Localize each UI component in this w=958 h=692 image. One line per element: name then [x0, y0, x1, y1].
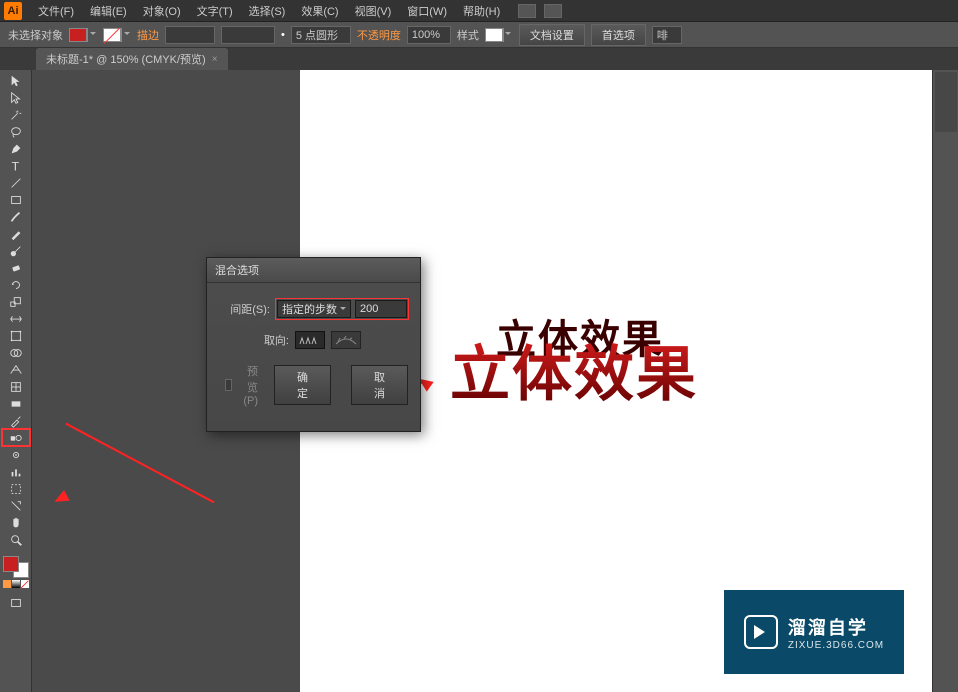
layout-button[interactable] [518, 4, 536, 18]
canvas-area[interactable]: 立体效果 立体效果 溜溜自学 ZIXUE.3D66.COM [32, 70, 932, 692]
menu-help[interactable]: 帮助(H) [455, 3, 508, 19]
spacing-label: 间距(S): [219, 301, 270, 317]
orientation-label: 取向: [235, 332, 289, 348]
cancel-button[interactable]: 取消 [351, 365, 408, 405]
options-bar: 未选择对象 描边 • 5 点圆形 不透明度 100% 样式 文档设置 首选项 啡 [0, 22, 958, 48]
selection-tool[interactable] [2, 72, 30, 89]
direct-selection-tool[interactable] [2, 89, 30, 106]
document-tabbar: 未标题-1* @ 150% (CMYK/预览) × [0, 48, 958, 70]
menu-extras [518, 4, 562, 18]
arrange-button[interactable] [544, 4, 562, 18]
color-mode-color[interactable] [3, 580, 11, 588]
pencil-tool[interactable] [2, 225, 30, 242]
gradient-tool[interactable] [2, 395, 30, 412]
fill-dropdown[interactable] [87, 28, 97, 42]
stroke-label[interactable]: 描边 [137, 27, 159, 43]
watermark-play-icon [744, 615, 778, 649]
symbol-sprayer-tool[interactable] [2, 446, 30, 463]
watermark-title: 溜溜自学 [788, 614, 884, 640]
menu-file[interactable]: 文件(F) [30, 3, 82, 19]
menu-type[interactable]: 文字(T) [189, 3, 241, 19]
menu-edit[interactable]: 编辑(E) [82, 3, 135, 19]
rotate-tool[interactable] [2, 276, 30, 293]
stroke-dropdown[interactable] [121, 28, 131, 42]
perspective-tool[interactable] [2, 361, 30, 378]
zoom-tool[interactable] [2, 531, 30, 548]
spacing-value-input[interactable] [355, 300, 407, 318]
brush-dropdown[interactable]: 5 点圆形 [291, 26, 351, 44]
free-transform-tool[interactable] [2, 327, 30, 344]
blend-tool[interactable] [2, 429, 30, 446]
menu-effect[interactable]: 效果(C) [293, 3, 346, 19]
tab-close-icon[interactable]: × [212, 54, 218, 65]
watermark: 溜溜自学 ZIXUE.3D66.COM [724, 590, 904, 674]
hand-tool[interactable] [2, 514, 30, 531]
text-3d-front-layer: 立体效果 [450, 326, 698, 413]
fill-swatch[interactable] [69, 28, 87, 42]
profile-dropdown[interactable] [221, 26, 275, 44]
mesh-tool[interactable] [2, 378, 30, 395]
no-selection-label: 未选择对象 [8, 27, 63, 43]
annotation-arrow-tool [62, 412, 222, 522]
watermark-url: ZIXUE.3D66.COM [788, 640, 884, 651]
slice-tool[interactable] [2, 497, 30, 514]
svg-text:T: T [11, 159, 19, 173]
menu-object[interactable]: 对象(O) [135, 3, 189, 19]
menu-view[interactable]: 视图(V) [347, 3, 400, 19]
app-icon: Ai [4, 2, 22, 20]
column-graph-tool[interactable] [2, 463, 30, 480]
shape-builder-tool[interactable] [2, 344, 30, 361]
stroke-swatch[interactable] [103, 28, 121, 42]
tab-title: 未标题-1* @ 150% (CMYK/预览) [46, 51, 206, 67]
collapsed-panel[interactable] [935, 72, 957, 132]
transform-dropdown[interactable]: 啡 [652, 26, 682, 44]
spacing-mode-select[interactable]: 指定的步数 [277, 300, 351, 318]
type-tool[interactable]: T [2, 157, 30, 174]
orientation-align-path[interactable] [331, 331, 361, 349]
doc-setup-button[interactable]: 文档设置 [519, 24, 585, 46]
workspace: T 立体 [0, 70, 958, 692]
document-tab[interactable]: 未标题-1* @ 150% (CMYK/预览) × [36, 48, 228, 70]
rectangle-tool[interactable] [2, 191, 30, 208]
artboard-tool[interactable] [2, 480, 30, 497]
opacity-label[interactable]: 不透明度 [357, 27, 401, 43]
fill-color[interactable] [3, 556, 19, 572]
menu-select[interactable]: 选择(S) [241, 3, 294, 19]
paintbrush-tool[interactable] [2, 208, 30, 225]
style-label: 样式 [457, 27, 479, 43]
color-mode-gradient[interactable] [12, 580, 20, 588]
preferences-button[interactable]: 首选项 [591, 24, 646, 46]
width-tool[interactable] [2, 310, 30, 327]
style-swatch[interactable] [485, 28, 503, 42]
pen-tool[interactable] [2, 140, 30, 157]
orientation-align-page[interactable] [295, 331, 325, 349]
scale-tool[interactable] [2, 293, 30, 310]
menubar: Ai 文件(F) 编辑(E) 对象(O) 文字(T) 选择(S) 效果(C) 视… [0, 0, 958, 22]
eraser-tool[interactable] [2, 259, 30, 276]
color-mode-buttons [3, 580, 31, 588]
opacity-value[interactable]: 100% [407, 26, 451, 44]
fill-stroke-picker[interactable] [3, 556, 29, 578]
preview-label: 预览(P) [238, 363, 258, 407]
magic-wand-tool[interactable] [2, 106, 30, 123]
stroke-weight-dropdown[interactable] [165, 26, 215, 44]
blob-brush-tool[interactable] [2, 242, 30, 259]
tools-panel: T [0, 70, 32, 692]
preview-checkbox[interactable] [225, 379, 232, 391]
right-panel-strip [932, 70, 958, 692]
menu-window[interactable]: 窗口(W) [399, 3, 455, 19]
line-tool[interactable] [2, 174, 30, 191]
dialog-title: 混合选项 [207, 258, 420, 283]
style-dropdown[interactable] [503, 28, 513, 42]
blend-options-dialog: 混合选项 间距(S): 指定的步数 取向: 预览(P) 确定 取消 [206, 257, 421, 432]
eyedropper-tool[interactable] [2, 412, 30, 429]
ok-button[interactable]: 确定 [274, 365, 331, 405]
screen-mode-button[interactable] [2, 594, 30, 611]
color-mode-none[interactable] [21, 580, 29, 588]
lasso-tool[interactable] [2, 123, 30, 140]
spacing-highlight: 指定的步数 [276, 299, 408, 319]
